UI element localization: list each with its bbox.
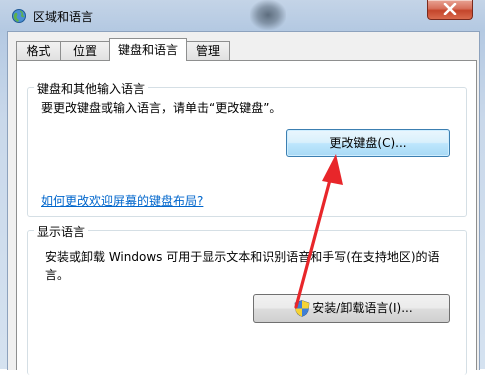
region-globe-icon xyxy=(12,9,26,23)
keyboard-description: 要更改键盘或输入语言，请单击“更改键盘”。 xyxy=(41,101,282,115)
background-glare xyxy=(250,0,286,30)
tab-label: 格式 xyxy=(26,44,51,58)
welcome-screen-layout-link[interactable]: 如何更改欢迎屏幕的键盘布局? xyxy=(41,192,203,209)
window-title: 区域和语言 xyxy=(33,10,94,24)
display-language-description-line1: 安装或卸载 Windows 可用于显示文本和识别语音和手写(在支持地区)的语 xyxy=(45,250,440,264)
dialog-client-area: 格式 位置 键盘和语言 管理 键盘和其他输入语言 要更改键盘或输入语言，请单击“… xyxy=(7,31,480,375)
tab-label: 键盘和语言 xyxy=(117,43,178,57)
display-language-description-line2: 言。 xyxy=(45,268,70,282)
tab-location[interactable]: 位置 xyxy=(60,41,110,60)
tab-label: 位置 xyxy=(72,44,97,58)
change-keyboards-button[interactable]: 更改键盘(C)... xyxy=(286,129,450,157)
tab-administrative[interactable]: 管理 xyxy=(186,41,230,60)
install-uninstall-languages-button[interactable]: 安装/卸载语言(I)... xyxy=(253,294,450,323)
tab-label: 管理 xyxy=(195,44,220,58)
install-uninstall-languages-label: 安装/卸载语言(I)... xyxy=(312,301,413,315)
tab-pane-keyboards: 键盘和其他输入语言 要更改键盘或输入语言，请单击“更改键盘”。 更改键盘(C).… xyxy=(16,60,477,375)
tab-format[interactable]: 格式 xyxy=(16,41,61,60)
close-icon xyxy=(443,3,457,15)
display-language-group: 显示语言 安装或卸载 Windows 可用于显示文本和识别语音和手写(在支持地区… xyxy=(27,223,467,375)
change-keyboards-label: 更改键盘(C)... xyxy=(329,136,407,150)
display-language-group-title: 显示语言 xyxy=(34,223,89,240)
window-frame: 区域和语言 格式 位置 键盘和语言 管理 键盘和其他输入语言 要更改键盘或输入语… xyxy=(0,0,485,375)
tab-keyboards-and-languages[interactable]: 键盘和语言 xyxy=(109,38,187,61)
keyboard-group: 键盘和其他输入语言 要更改键盘或输入语言，请单击“更改键盘”。 更改键盘(C).… xyxy=(27,80,467,217)
keyboard-group-title: 键盘和其他输入语言 xyxy=(34,80,149,97)
close-button[interactable] xyxy=(427,0,473,20)
